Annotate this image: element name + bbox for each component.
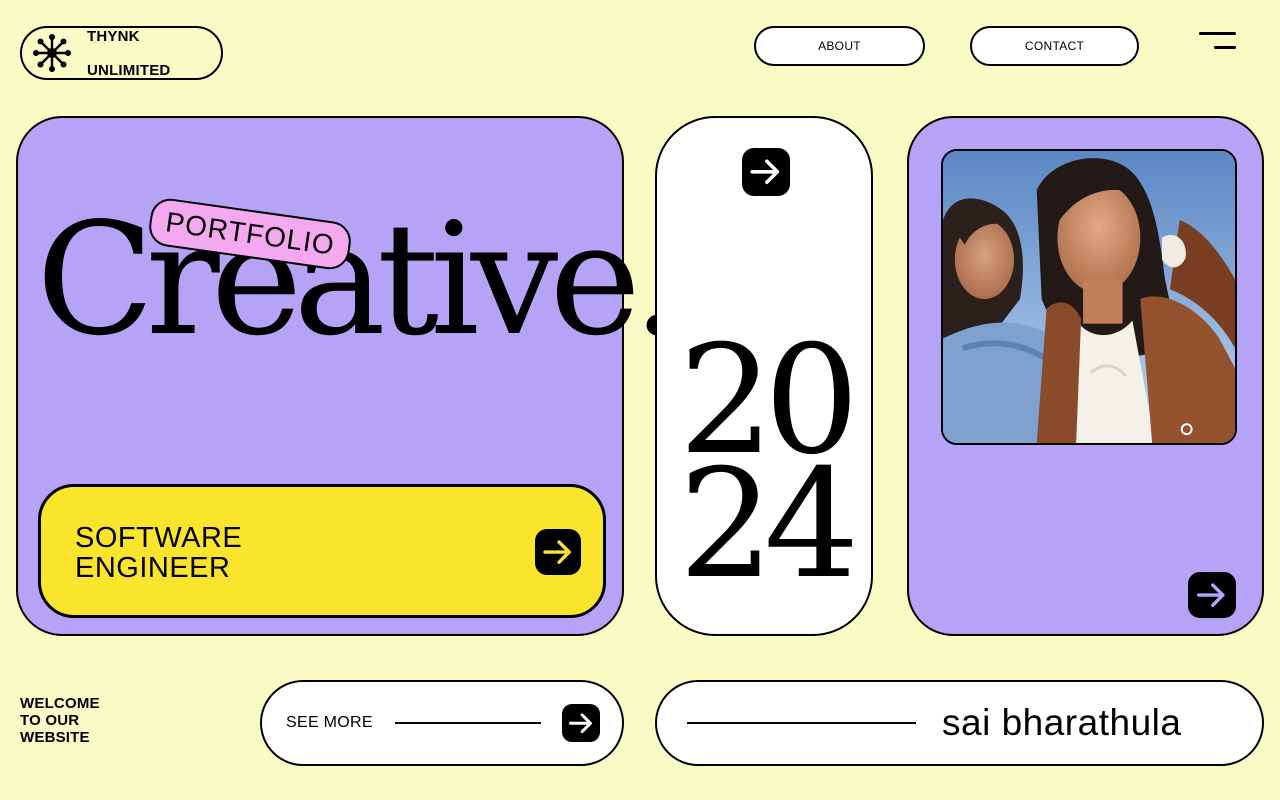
welcome-line2: TO OUR [20,712,80,729]
role-title: SOFTWARE ENGINEER [75,523,242,583]
starburst-icon [33,34,71,72]
hero-title: Creative. [36,189,681,370]
two-women-selfie-photo [943,151,1235,443]
hero-card: Creative. PORTFOLIO SOFTWARE ENGINEER [16,116,681,636]
name-card: sai bharathula [655,680,1264,766]
welcome-line3: WEBSITE [20,729,90,746]
about-button[interactable]: ABOUT [754,26,925,66]
photo-arrow-button[interactable] [1188,572,1236,618]
portrait-photo[interactable] [941,149,1237,445]
role-line2: ENGINEER [75,552,231,584]
name-divider [687,722,916,724]
arrow-right-icon [1197,583,1225,607]
arrow-right-icon [568,713,592,733]
see-more-label: SEE MORE [286,714,373,731]
see-more-arrow-button[interactable] [562,704,600,742]
brand-name-line2: UNLIMITED [87,61,171,79]
role-arrow-button[interactable] [535,529,581,575]
role-line1: SOFTWARE [75,522,243,554]
brand-name: THYNK UNLIMITED [87,11,170,96]
owner-name: sai bharathula [942,702,1182,743]
role-card[interactable]: SOFTWARE ENGINEER [38,484,606,618]
arrow-right-icon [543,540,571,564]
brand-name-line1: THYNK [87,27,140,45]
brand-logo[interactable]: THYNK UNLIMITED [20,26,223,80]
year-arrow-button[interactable] [742,148,790,196]
year-card: 20 24 [655,116,873,636]
see-more-divider [395,722,541,724]
welcome-text: WELCOME TO OUR WEBSITE [20,695,100,746]
year-bottom: 24 [678,438,860,612]
menu-line-top [1199,32,1236,35]
arrow-right-icon [750,159,780,185]
menu-line-bottom [1214,46,1236,49]
menu-icon[interactable] [1196,30,1238,52]
photo-card [907,116,1264,636]
see-more-button[interactable]: SEE MORE [260,680,624,766]
welcome-line1: WELCOME [20,695,100,712]
contact-button[interactable]: CONTACT [970,26,1139,66]
